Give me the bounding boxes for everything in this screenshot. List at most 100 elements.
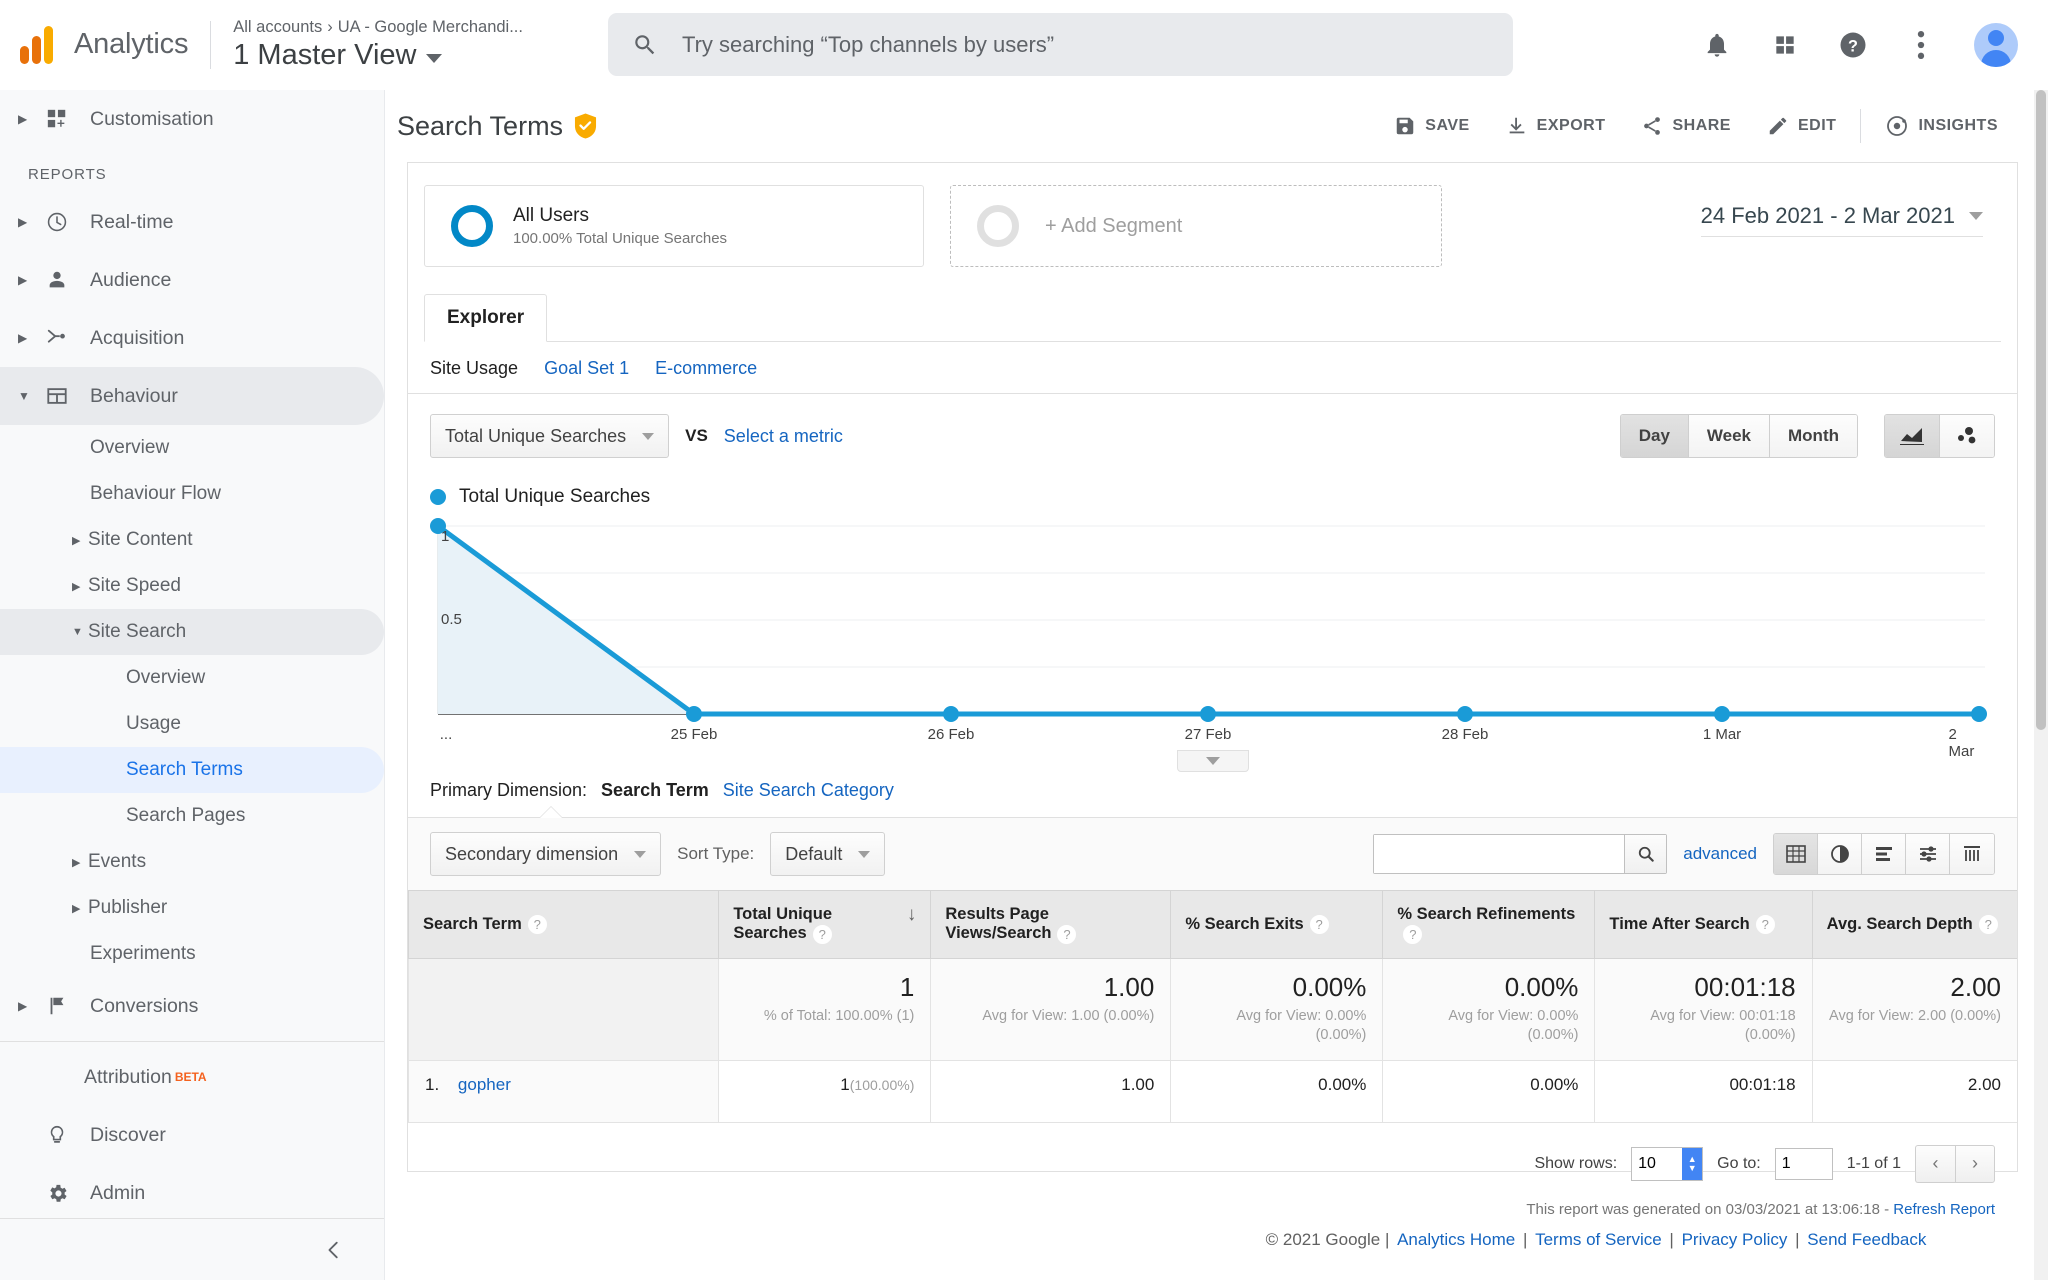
sidebar-item-site-speed[interactable]: ▶ Site Speed (0, 563, 384, 609)
search-term-link[interactable]: gopher (458, 1075, 511, 1094)
date-range-picker[interactable]: 24 Feb 2021 - 2 Mar 2021 (1700, 203, 1983, 237)
help-icon[interactable]: ? (1755, 915, 1775, 935)
primary-metric-dropdown[interactable]: Total Unique Searches (430, 414, 670, 458)
granularity-month[interactable]: Month (1770, 415, 1857, 457)
sidebar-item-behaviour[interactable]: ▼ Behaviour 1 (0, 367, 384, 425)
sidebar-item-acquisition[interactable]: ▶ Acquisition (0, 309, 384, 367)
sidebar-item-discover[interactable]: Discover (0, 1106, 384, 1164)
comparison-view-icon[interactable] (1906, 834, 1950, 874)
share-icon (1644, 117, 1661, 135)
stepper-arrows[interactable]: ▲ ▼ (1682, 1147, 1703, 1180)
sidebar-item-label: Site Speed (88, 575, 181, 596)
export-button[interactable]: EXPORT (1488, 115, 1624, 137)
share-button[interactable]: SHARE (1623, 115, 1749, 137)
pie-view-icon[interactable] (1818, 834, 1862, 874)
account-selector[interactable]: All accounts › UA - Google Merchandi... 1 … (233, 18, 523, 72)
sidebar-item-customisation[interactable]: ▶ Customisation (0, 90, 384, 148)
sidebar-item-label: Behaviour Flow (90, 483, 221, 504)
y-tick-label-1: 1 (441, 528, 450, 545)
col-search-exits[interactable]: % Search Exits? (1170, 890, 1383, 959)
scatter-chart-icon[interactable] (1940, 415, 1994, 457)
sidebar-collapse-button[interactable] (0, 1218, 384, 1280)
avatar[interactable] (1974, 22, 2018, 67)
sidebar-item-behaviour-overview[interactable]: Overview (0, 425, 384, 471)
global-search[interactable] (607, 13, 1513, 76)
chevron-right-icon: ▶ (18, 215, 28, 229)
apps-grid-icon[interactable] (1770, 30, 1800, 60)
footer-link-terms-of-service[interactable]: Terms of Service (1535, 1230, 1662, 1249)
sidebar-item-events[interactable]: ▶ Events (0, 839, 384, 885)
primary-dimension-active[interactable]: Search Term (601, 780, 709, 801)
table-search-button[interactable] (1624, 835, 1667, 873)
help-icon[interactable]: ? (1309, 915, 1329, 935)
line-chart-icon[interactable] (1885, 415, 1940, 457)
col-avg-search-depth[interactable]: Avg. Search Depth? (1811, 890, 2017, 959)
refresh-report-link[interactable]: Refresh Report (1893, 1201, 1995, 1218)
view-name[interactable]: 1 Master View (233, 39, 523, 72)
footer-link-analytics-home[interactable]: Analytics Home (1397, 1230, 1515, 1249)
sidebar-item-real-time[interactable]: ▶ Real-time (0, 193, 384, 251)
breadcrumb-account[interactable]: UA - Google Merchandi... (338, 18, 523, 36)
performance-view-icon[interactable] (1862, 834, 1906, 874)
scrollbar-thumb[interactable] (2036, 90, 2046, 730)
sidebar-item-search-pages[interactable]: Search Pages (0, 793, 384, 839)
col-search-term[interactable]: Search Term? (407, 890, 719, 959)
col-total-unique-searches[interactable]: ↓ Total Unique Searches? (718, 890, 931, 959)
totals-sub: Avg for View: 00:01:18 (0.00%) (1650, 1007, 1796, 1044)
footer-link-send-feedback[interactable]: Send Feedback (1807, 1230, 1926, 1249)
sidebar-item-attribution[interactable]: Attribution BETA (0, 1048, 384, 1106)
goto-input[interactable] (1774, 1147, 1833, 1180)
segment-all-users[interactable]: All Users 100.00% Total Unique Searches (424, 185, 924, 267)
help-icon[interactable]: ? (812, 924, 832, 944)
help-icon[interactable]: ? (1403, 924, 1423, 944)
table-view-icon[interactable] (1774, 834, 1818, 874)
sidebar-item-conversions[interactable]: ▶ Conversions (0, 977, 384, 1035)
bell-icon[interactable] (1702, 30, 1732, 60)
sidebar-item-site-content[interactable]: ▶ Site Content (0, 517, 384, 563)
edit-button[interactable]: EDIT (1749, 115, 1854, 137)
col-time-after-search[interactable]: Time After Search? (1594, 890, 1813, 959)
help-icon[interactable]: ? (527, 915, 547, 935)
granularity-day[interactable]: Day (1620, 415, 1689, 457)
sidebar-item-usage[interactable]: Usage (0, 701, 384, 747)
next-page-button[interactable]: › (1955, 1144, 1995, 1183)
help-icon[interactable]: ? (1838, 30, 1868, 60)
tab-site-usage[interactable]: Site Usage (430, 358, 518, 379)
table-search-box[interactable] (1373, 834, 1668, 874)
show-rows-stepper[interactable]: ▲▼ (1631, 1146, 1704, 1181)
primary-dimension-site-search-category[interactable]: Site Search Category (723, 780, 894, 801)
sidebar-item-site-search-overview[interactable]: Overview (0, 655, 384, 701)
tab-explorer[interactable]: Explorer (424, 294, 548, 342)
sidebar-item-admin[interactable]: Admin (0, 1164, 384, 1222)
more-vert-icon[interactable] (1906, 30, 1936, 60)
secondary-dimension-dropdown[interactable]: Secondary dimension (430, 832, 662, 876)
col-results-page-views-per-search[interactable]: Results Page Views/Search? (930, 890, 1171, 959)
table-search-input[interactable] (1374, 835, 1625, 873)
table-row[interactable]: 1. gopher 1(100.00%) 1.00 0.00% 0.00% 00… (407, 1060, 2017, 1123)
sidebar-item-experiments[interactable]: Experiments (0, 931, 384, 977)
footer-link-privacy-policy[interactable]: Privacy Policy (1682, 1230, 1788, 1249)
add-segment-button[interactable]: + Add Segment (950, 185, 1442, 267)
page-scrollbar[interactable] (2034, 90, 2048, 1280)
sidebar-item-search-terms[interactable]: Search Terms 3 (0, 747, 384, 793)
advanced-link[interactable]: advanced (1683, 844, 1757, 864)
breadcrumb-root[interactable]: All accounts (233, 18, 322, 36)
help-icon[interactable]: ? (1057, 924, 1077, 944)
search-input[interactable] (681, 31, 1489, 58)
pivot-view-icon[interactable] (1950, 834, 1994, 874)
sidebar-item-audience[interactable]: ▶ Audience (0, 251, 384, 309)
insights-button[interactable]: INSIGHTS (1867, 114, 2016, 138)
show-rows-input[interactable] (1632, 1147, 1683, 1180)
help-icon[interactable]: ? (1978, 915, 1998, 935)
sort-type-dropdown[interactable]: Default (770, 832, 886, 876)
granularity-week[interactable]: Week (1688, 415, 1771, 457)
prev-page-button[interactable]: ‹ (1915, 1144, 1955, 1183)
tab-goal-set-1[interactable]: Goal Set 1 (544, 358, 629, 379)
select-a-metric-link[interactable]: Select a metric (724, 426, 843, 447)
sidebar-item-publisher[interactable]: ▶ Publisher (0, 885, 384, 931)
save-button[interactable]: SAVE (1376, 115, 1487, 137)
tab-e-commerce[interactable]: E-commerce (655, 358, 757, 379)
sidebar-item-behaviour-flow[interactable]: Behaviour Flow (0, 471, 384, 517)
col-search-refinements[interactable]: % Search Refinements? (1382, 890, 1595, 959)
sidebar-item-site-search[interactable]: ▼ Site Search 2 (0, 609, 384, 655)
